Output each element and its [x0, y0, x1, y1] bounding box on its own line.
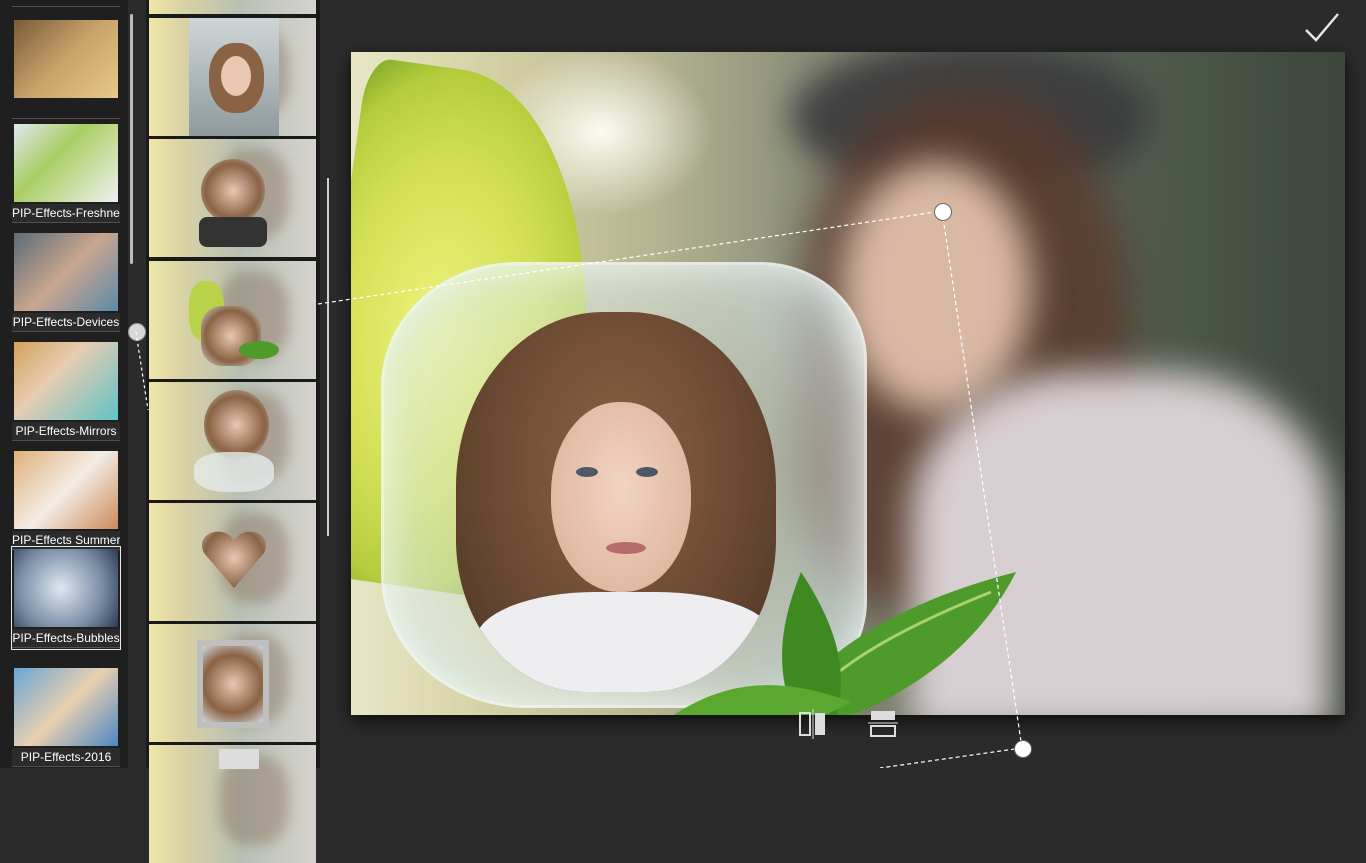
category-item[interactable]: PIP-Effects Summer — [12, 449, 120, 551]
category-item[interactable]: PIP-Effects-Freshness — [12, 122, 120, 224]
frame-thumbnail[interactable] — [149, 0, 316, 14]
frame-thumbnail-ice-shard[interactable] — [149, 18, 316, 136]
resize-handle-bottom-right[interactable] — [1014, 740, 1032, 758]
category-label: PIP-Effects-2016 — [12, 748, 120, 766]
category-label: PIP-Effects-Mirrors — [12, 422, 120, 440]
checkmark-icon — [1305, 13, 1339, 42]
frame-thumbnail-partial[interactable] — [149, 745, 316, 863]
category-thumbnail — [14, 451, 118, 529]
background-face — [841, 162, 1031, 412]
category-thumbnail — [14, 124, 118, 202]
flip-vertical-button[interactable] — [866, 709, 900, 739]
apply-button[interactable] — [1302, 10, 1342, 46]
frame-thumbnail-ice-splash[interactable] — [149, 382, 316, 500]
category-divider — [12, 331, 120, 332]
frame-scrollbar[interactable] — [327, 178, 329, 536]
resize-handle-top-right[interactable] — [934, 203, 952, 221]
category-label: PIP-Effects-Bubbles — [12, 629, 120, 647]
category-divider — [12, 440, 120, 441]
category-thumbnail — [14, 549, 118, 627]
category-label: PIP-Effects-Freshness — [12, 204, 120, 222]
flip-horizontal-icon — [799, 709, 825, 739]
category-thumbnail — [14, 20, 118, 98]
category-item[interactable] — [12, 18, 120, 120]
frame-panel — [146, 0, 320, 863]
category-item[interactable]: PIP-Effects-Mirrors — [12, 340, 120, 442]
category-thumbnail — [14, 233, 118, 311]
category-thumbnail — [14, 668, 118, 746]
category-divider — [12, 222, 120, 223]
flip-horizontal-button[interactable] — [798, 709, 830, 739]
category-divider — [12, 118, 120, 119]
frame-thumbnail-glass-square[interactable] — [149, 624, 316, 742]
category-thumbnail — [14, 342, 118, 420]
category-item[interactable]: PIP-Effects-Devices — [12, 231, 120, 333]
mint-leaves-image — [673, 572, 1016, 715]
category-item[interactable]: PIP-Effects-2016 — [12, 666, 120, 768]
category-label: PIP-Effects-Devices — [12, 313, 120, 331]
frame-thumbnail-lime-ice[interactable] — [149, 261, 316, 379]
category-item[interactable]: PIP-Effects-Bubbles — [11, 546, 121, 650]
category-divider — [12, 6, 120, 7]
category-scrollbar[interactable] — [130, 14, 133, 264]
category-panel: PIP-Effects-Freshness PIP-Effects-Devices… — [0, 0, 128, 768]
category-divider — [12, 766, 120, 767]
flip-vertical-icon — [868, 711, 898, 737]
editing-canvas[interactable] — [351, 52, 1345, 715]
frame-thumbnail-ice-heart[interactable] — [149, 503, 316, 621]
category-divider — [12, 647, 120, 648]
frame-slider-knob[interactable] — [128, 323, 146, 341]
category-list[interactable]: PIP-Effects-Freshness PIP-Effects-Devices… — [11, 0, 121, 768]
frame-thumbnail-snow-globe[interactable] — [149, 139, 316, 257]
